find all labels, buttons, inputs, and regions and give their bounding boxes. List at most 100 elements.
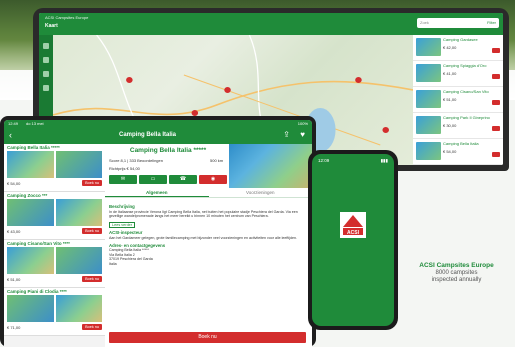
book-button[interactable]: Boek nu: [82, 324, 102, 330]
book-button[interactable]: [492, 152, 500, 157]
filter-button[interactable]: Filter: [487, 20, 496, 25]
promo-line-inspected: inspected annually: [431, 277, 482, 283]
list-item[interactable]: Camping Cisano/San Vito **** € 51,00 Boek…: [4, 240, 105, 288]
book-button[interactable]: [492, 126, 500, 131]
campsite-name: Camping Bella Italia *****: [7, 145, 60, 150]
book-button[interactable]: [492, 100, 500, 105]
detail-body: Beschrijving In de Italiaanse provincie …: [109, 202, 306, 267]
campsite-hero-photo[interactable]: [229, 144, 312, 188]
settings-nav-icon[interactable]: [43, 85, 49, 91]
map-header: Kaart: [45, 23, 58, 29]
list-nav-icon[interactable]: [43, 57, 49, 63]
list-item[interactable]: Camping Spiaggia d'Oro € 41,00: [413, 61, 503, 87]
list-item[interactable]: Camping Piani di Clodia **** € 71,00 Boek…: [4, 288, 105, 336]
campsite-thumbnail: [416, 90, 441, 108]
campsite-photo: [55, 295, 102, 322]
promo-line-count: 8000 campsites: [435, 270, 478, 276]
phone-device: 12:09 ▮▮▮ ACSI: [308, 150, 398, 330]
detail-tabs: Algemeen Voorzieningen: [105, 188, 312, 198]
heart-icon[interactable]: ♥: [300, 130, 305, 139]
list-item[interactable]: Camping Bella Italia ***** € 54,00 Boek n…: [4, 144, 105, 192]
campsite-name: Camping Park Il Gineprino: [443, 115, 490, 120]
status-time: 12:49: [8, 121, 19, 126]
campsite-photo: [7, 151, 54, 178]
campsite-photo: [7, 199, 54, 226]
campsite-photo: [55, 151, 102, 178]
search-placeholder: Zoek: [420, 20, 429, 25]
acsi-logo-icon: ACSI: [340, 212, 366, 238]
campsite-name: Camping Zocco ***: [7, 193, 48, 198]
campsite-price: € 54,00: [7, 180, 21, 186]
campsite-panel: Camping Gardasee € 42,00 Camping Spiaggi…: [413, 35, 503, 165]
book-button[interactable]: Boek nu: [82, 276, 102, 282]
campsite-thumbnail: [416, 64, 441, 82]
list-item[interactable]: Camping Gardasee € 42,00: [413, 35, 503, 61]
navbar-title: Camping Bella Italia: [119, 132, 177, 138]
status-battery: 100%: [297, 121, 308, 126]
campsite-price: € 51,00: [7, 276, 21, 282]
mail-icon[interactable]: ✉: [109, 175, 137, 184]
action-row: ✉ ▭ ☎ ◉: [109, 175, 227, 184]
campsite-name: Camping Cisano/San Vito: [443, 89, 489, 94]
status-date: do 13 mei: [26, 121, 44, 126]
campsite-name: Camping Spiaggia d'Oro: [443, 63, 487, 68]
tablet-navbar: ‹ Camping Bella Italia ⇪ ♥: [4, 128, 312, 144]
tablet-screen: 12:49 do 13 mei 100% ‹ Camping Bella Ita…: [4, 120, 312, 347]
contact-country: Italia: [109, 261, 117, 266]
phone-time: 12:09: [318, 158, 330, 163]
book-button[interactable]: Boek nu: [82, 228, 102, 234]
campsite-list: Camping Bella Italia ***** € 54,00 Boek n…: [4, 144, 105, 347]
list-item[interactable]: Camping Zocco *** € 43,00 Boek nu: [4, 192, 105, 240]
share-icon[interactable]: ⇪: [283, 130, 290, 139]
campsite-photo: [7, 295, 54, 322]
window-title: ACSI Campsites Europe: [45, 15, 89, 20]
signal-icon: ▮▮▮: [380, 158, 388, 163]
campsite-name: Camping Bella Italia: [443, 141, 479, 146]
search-input[interactable]: Zoek Filter: [417, 18, 499, 28]
campsite-photo: [7, 247, 54, 274]
campsite-photo: [55, 199, 102, 226]
campsite-price: € 43,00: [7, 228, 21, 234]
detail-score: Score 8,1 | 333 Beoordelingen: [109, 158, 163, 163]
campsite-detail: Camping Bella Italia ***** Score 8,1 | 3…: [105, 144, 312, 347]
promo-composition: ACSI Campsites Europe Kaart Zoek Filter …: [0, 0, 515, 347]
status-bar: 12:49 do 13 mei 100%: [4, 120, 312, 128]
tab-general[interactable]: Algemeen: [105, 188, 209, 197]
book-button[interactable]: Boek nu: [82, 180, 102, 186]
detail-title: Camping Bella Italia *****: [129, 147, 207, 154]
campsite-name: Camping Piani di Clodia ****: [7, 289, 67, 294]
promo-text: ACSI Campsites Europe 8000 campsites ins…: [398, 262, 515, 283]
back-icon[interactable]: ‹: [9, 130, 12, 140]
detail-distance: 500 km: [210, 158, 224, 163]
car-icon[interactable]: ▭: [139, 175, 167, 184]
map-pin-icon: [382, 127, 389, 133]
tab-facilities[interactable]: Voorzieningen: [209, 188, 313, 197]
phone-icon[interactable]: ☎: [169, 175, 197, 184]
campsite-thumbnail: [416, 142, 441, 160]
book-button[interactable]: [492, 74, 500, 79]
navigate-icon[interactable]: ◉: [199, 175, 227, 184]
detail-rate: Richtprijs € 54,00: [109, 166, 140, 171]
campsite-name: Camping Gardasee: [443, 37, 478, 42]
campsite-photo: [55, 247, 102, 274]
list-item[interactable]: Camping Bella Italia € 54,00: [413, 139, 503, 165]
inspection-text: Aan het Gardameer gelegen, grote familie…: [109, 235, 297, 240]
campsite-thumbnail: [416, 116, 441, 134]
list-item[interactable]: Camping Cisano/San Vito € 51,00: [413, 87, 503, 113]
favorites-nav-icon[interactable]: [43, 71, 49, 77]
list-item[interactable]: Camping Park Il Gineprino € 30,00: [413, 113, 503, 139]
book-button[interactable]: [492, 48, 500, 53]
map-pin-icon: [355, 77, 362, 83]
read-more-button[interactable]: Lees verder: [109, 221, 136, 229]
campsite-thumbnail: [416, 38, 441, 56]
description-text: In de Italiaanse provincie Verona ligt C…: [109, 209, 298, 219]
map-pin-icon: [224, 87, 231, 93]
campsite-name: Camping Cisano/San Vito ****: [7, 241, 70, 246]
book-now-button[interactable]: Boek nu: [109, 332, 306, 343]
map-pin-icon: [126, 77, 133, 83]
promo-title: ACSI Campsites Europe: [419, 262, 494, 269]
tablet-device: 12:49 do 13 mei 100% ‹ Camping Bella Ita…: [0, 116, 316, 347]
svg-text:ACSI: ACSI: [347, 230, 360, 236]
map-nav-icon[interactable]: [43, 43, 49, 49]
campsite-price: € 71,00: [7, 324, 21, 330]
